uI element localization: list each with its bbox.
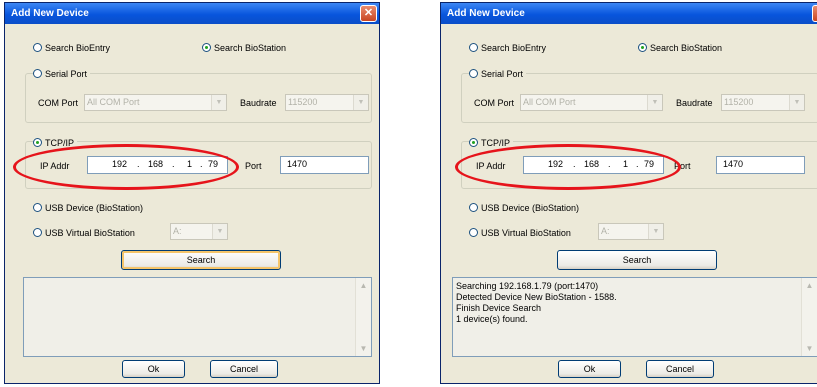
usb-drive-select[interactable]: A: ▼ xyxy=(170,223,228,240)
ok-button[interactable]: Ok xyxy=(558,360,621,378)
scroll-up-icon[interactable]: ▲ xyxy=(802,278,817,293)
com-port-select[interactable]: All COM Port ▼ xyxy=(84,94,227,111)
radio-icon xyxy=(33,69,42,79)
cancel-button[interactable]: Cancel xyxy=(210,360,278,378)
radio-tcpip[interactable]: TCP/IP xyxy=(469,136,514,148)
cancel-button[interactable]: Cancel xyxy=(646,360,714,378)
close-button[interactable]: ✕ xyxy=(812,5,817,22)
radio-usb-virtual[interactable]: USB Virtual BioStation xyxy=(469,226,571,238)
chevron-down-icon: ▼ xyxy=(648,224,663,239)
radio-serial-port[interactable]: Serial Port xyxy=(33,67,91,79)
radio-selected-icon xyxy=(469,138,478,148)
radio-selected-icon xyxy=(33,138,42,148)
radio-search-bioentry[interactable]: Search BioEntry xyxy=(33,41,110,53)
close-icon: ✕ xyxy=(363,7,374,19)
com-port-select[interactable]: All COM Port ▼ xyxy=(520,94,663,111)
log-line: 1 device(s) found. xyxy=(456,314,528,324)
radio-usb-device[interactable]: USB Device (BioStation) xyxy=(33,201,143,213)
usb-drive-select[interactable]: A: ▼ xyxy=(598,223,664,240)
radio-icon xyxy=(33,203,42,213)
log-line: Searching 192.168.1.79 (port:1470) xyxy=(456,281,599,291)
radio-icon xyxy=(469,69,478,79)
radio-icon xyxy=(33,43,42,53)
search-log: Searching 192.168.1.79 (port:1470) Detec… xyxy=(452,277,817,357)
radio-search-bioentry[interactable]: Search BioEntry xyxy=(469,41,546,53)
add-device-dialog-after-search: Add New Device ✕ Search BioEntry Search … xyxy=(440,2,817,384)
port-label: Port xyxy=(245,161,262,171)
chevron-down-icon: ▼ xyxy=(212,224,227,239)
search-button[interactable]: Search xyxy=(121,250,281,270)
baudrate-label: Baudrate xyxy=(676,98,713,108)
log-line: Finish Device Search xyxy=(456,303,542,313)
radio-search-biostation[interactable]: Search BioStation xyxy=(638,41,722,53)
com-port-label: COM Port xyxy=(474,98,515,108)
radio-selected-icon xyxy=(202,43,211,53)
scroll-down-icon[interactable]: ▼ xyxy=(356,341,371,356)
log-line: Detected Device New BioStation - 1588. xyxy=(456,292,617,302)
scroll-down-icon[interactable]: ▼ xyxy=(802,341,817,356)
com-port-label: COM Port xyxy=(38,98,79,108)
radio-icon xyxy=(469,228,478,238)
highlight-ellipse xyxy=(455,144,681,190)
ok-button[interactable]: Ok xyxy=(122,360,185,378)
radio-search-biostation[interactable]: Search BioStation xyxy=(202,41,286,53)
radio-selected-icon xyxy=(638,43,647,53)
radio-icon xyxy=(33,228,42,238)
baudrate-select[interactable]: 115200 ▼ xyxy=(285,94,369,111)
radio-icon xyxy=(469,43,478,53)
radio-usb-device[interactable]: USB Device (BioStation) xyxy=(469,201,579,213)
port-field[interactable]: 1470 xyxy=(280,156,369,174)
baudrate-select[interactable]: 115200 ▼ xyxy=(721,94,805,111)
close-button[interactable]: ✕ xyxy=(360,5,377,22)
port-field[interactable]: 1470 xyxy=(716,156,805,174)
log-scrollbar[interactable]: ▲ ▼ xyxy=(801,278,817,356)
radio-usb-virtual[interactable]: USB Virtual BioStation xyxy=(33,226,135,238)
dialog-title: Add New Device xyxy=(447,8,525,19)
log-scrollbar[interactable]: ▲ ▼ xyxy=(355,278,371,356)
search-button[interactable]: Search xyxy=(557,250,717,270)
title-bar: Add New Device ✕ xyxy=(441,3,817,24)
radio-icon xyxy=(469,203,478,213)
add-device-dialog-before-search: Add New Device ✕ Search BioEntry Search … xyxy=(4,2,380,384)
chevron-down-icon: ▼ xyxy=(647,95,662,110)
scroll-up-icon[interactable]: ▲ xyxy=(356,278,371,293)
baudrate-label: Baudrate xyxy=(240,98,277,108)
dialog-title: Add New Device xyxy=(11,8,89,19)
chevron-down-icon: ▼ xyxy=(211,95,226,110)
chevron-down-icon: ▼ xyxy=(353,95,368,110)
title-bar: Add New Device ✕ xyxy=(5,3,379,24)
chevron-down-icon: ▼ xyxy=(789,95,804,110)
highlight-ellipse xyxy=(13,144,239,190)
radio-serial-port[interactable]: Serial Port xyxy=(469,67,527,79)
search-log: ▲ ▼ xyxy=(23,277,372,357)
